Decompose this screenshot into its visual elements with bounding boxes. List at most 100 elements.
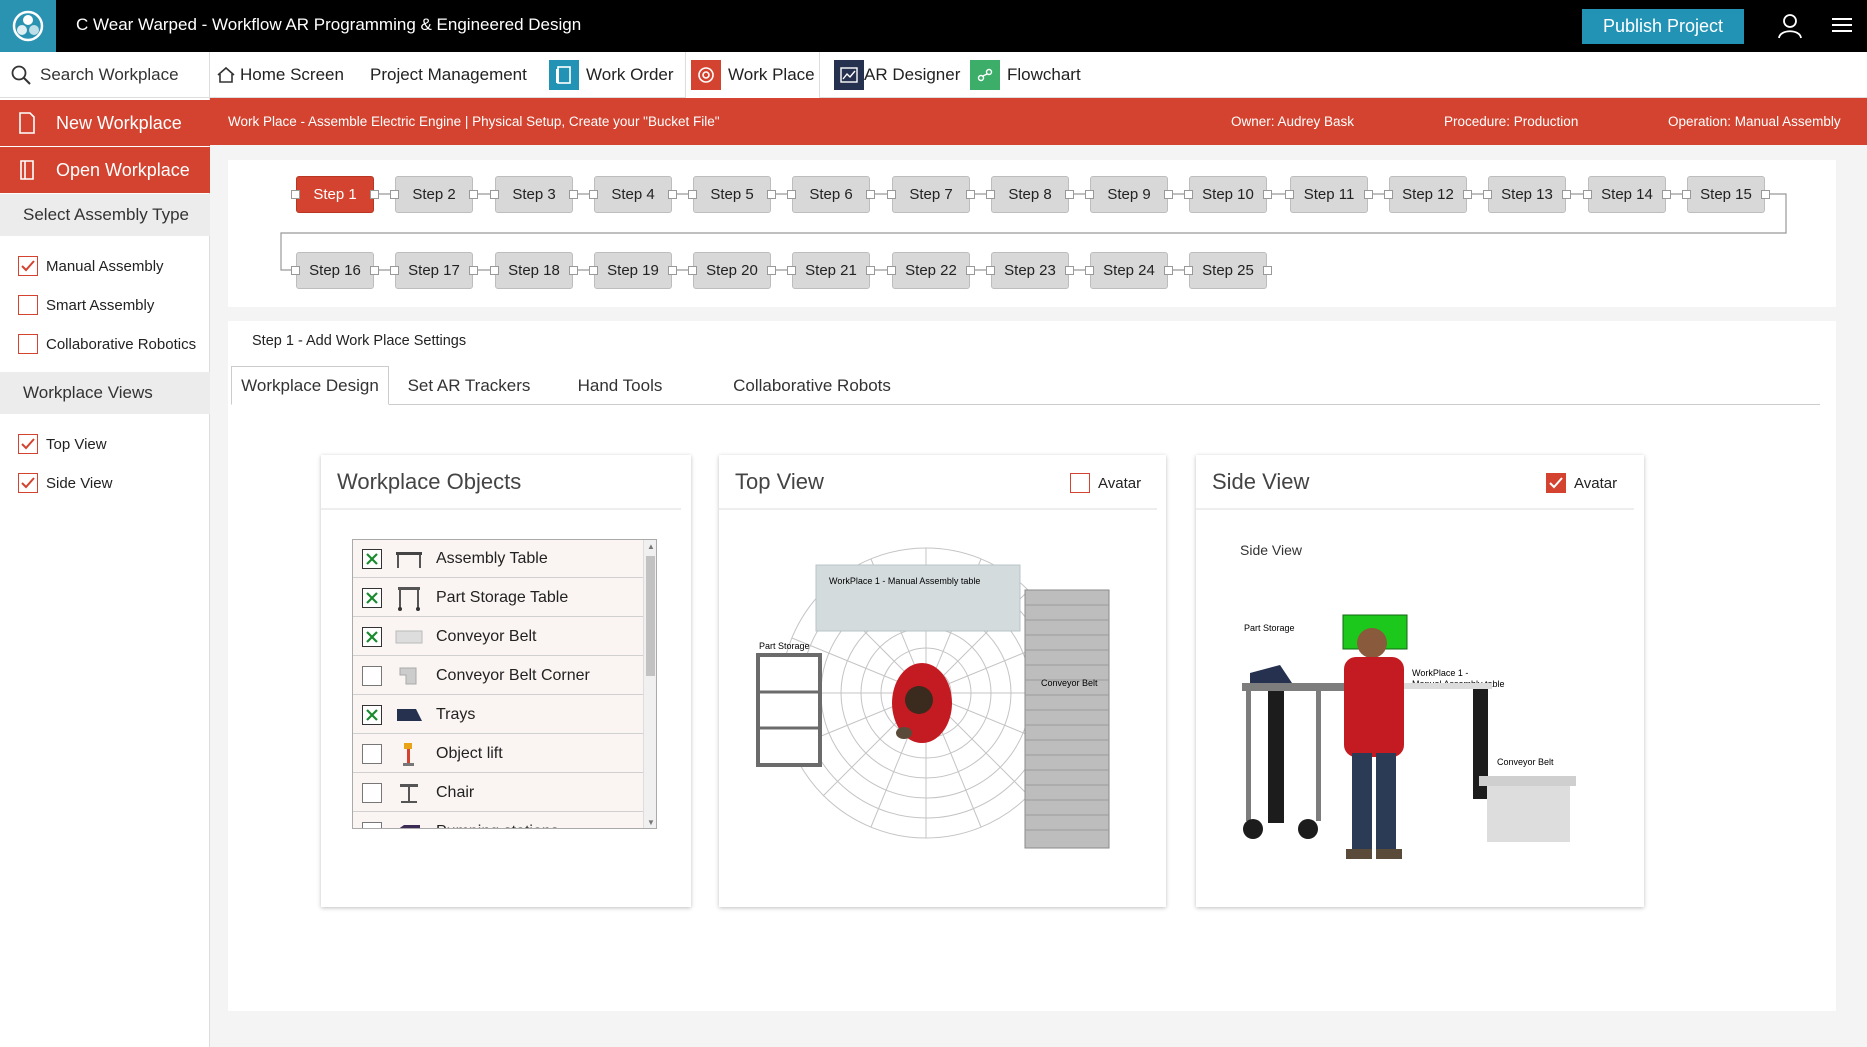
step-21-node[interactable]: Step 21 — [792, 252, 870, 289]
checkbox-checked[interactable] — [362, 548, 382, 569]
tab-project-management[interactable]: Project Management — [370, 52, 527, 98]
step-output-port — [1065, 266, 1074, 275]
chair-icon — [394, 780, 424, 806]
object-row-trays[interactable]: Trays — [353, 696, 643, 734]
new-workplace-button[interactable]: New Workplace — [0, 100, 210, 146]
step-9-node[interactable]: Step 9 — [1090, 176, 1168, 213]
side-view-card: Side View Avatar Side View Part Storage … — [1196, 455, 1644, 907]
checkbox-checked[interactable] — [18, 473, 38, 493]
app-logo-icon[interactable] — [0, 0, 56, 52]
scroll-up-icon[interactable]: ▲ — [647, 542, 655, 551]
step-12-node[interactable]: Step 12 — [1389, 176, 1467, 213]
step-7-node[interactable]: Step 7 — [892, 176, 970, 213]
object-row-assembly-table[interactable]: Assembly Table — [353, 540, 643, 578]
object-row-chair[interactable]: Chair — [353, 774, 643, 812]
step-14-node[interactable]: Step 14 — [1588, 176, 1666, 213]
search-label: Search Workplace — [40, 65, 179, 84]
step-22-node[interactable]: Step 22 — [892, 252, 970, 289]
object-label: Trays — [436, 705, 476, 723]
checkbox-checked[interactable] — [362, 587, 382, 608]
search-workplace[interactable]: Search Workplace — [0, 52, 210, 98]
checkbox-unchecked[interactable] — [1070, 473, 1090, 493]
table-label: WorkPlace 1 - Manual Assembly table — [829, 576, 980, 586]
checkbox-manual-assembly[interactable]: Manual Assembly — [18, 256, 164, 276]
hamburger-menu-icon[interactable] — [1832, 16, 1852, 34]
scroll-down-icon[interactable]: ▼ — [647, 818, 655, 827]
storage-label: Part Storage — [1244, 623, 1295, 633]
step-17-node[interactable]: Step 17 — [395, 252, 473, 289]
checkbox-unchecked[interactable] — [362, 665, 382, 686]
publish-project-button[interactable]: Publish Project — [1582, 9, 1744, 44]
checkbox-label: Collaborative Robotics — [46, 335, 197, 353]
step-19-node[interactable]: Step 19 — [594, 252, 672, 289]
checkbox-checked[interactable] — [1546, 473, 1566, 493]
sidebar — [0, 98, 210, 1047]
checkbox-side-view[interactable]: Side View — [18, 473, 112, 493]
step-15-node[interactable]: Step 15 — [1687, 176, 1765, 213]
tab-work-place[interactable]: Work Place — [691, 52, 815, 98]
step-25-node[interactable]: Step 25 — [1189, 252, 1267, 289]
object-row-object-lift[interactable]: Object lift — [353, 735, 643, 773]
info-procedure: Procedure: Production — [1444, 114, 1579, 129]
flowchart-icon — [970, 60, 1000, 90]
checkbox-checked[interactable] — [18, 256, 38, 276]
checkbox-checked[interactable] — [362, 626, 382, 647]
checkbox-checked[interactable] — [362, 704, 382, 725]
step-4-node[interactable]: Step 4 — [594, 176, 672, 213]
step-13-node[interactable]: Step 13 — [1488, 176, 1566, 213]
checkbox-unchecked[interactable] — [362, 821, 382, 828]
avatar-toggle-top[interactable]: Avatar — [1070, 473, 1141, 493]
tab-ar-designer[interactable]: AR Designer — [834, 52, 960, 98]
step-10-node[interactable]: Step 10 — [1189, 176, 1267, 213]
user-icon[interactable] — [1777, 13, 1803, 39]
checkbox-unchecked[interactable] — [362, 743, 382, 764]
tab-collaborative-robots[interactable]: Collaborative Robots — [722, 366, 902, 405]
tab-set-ar-trackers[interactable]: Set AR Trackers — [400, 366, 538, 405]
avatar-toggle-side[interactable]: Avatar — [1546, 473, 1617, 493]
object-label: Part Storage Table — [436, 588, 569, 606]
tab-hand-tools[interactable]: Hand Tools — [565, 366, 675, 405]
step-11-node[interactable]: Step 11 — [1290, 176, 1368, 213]
tab-workplace-design[interactable]: Workplace Design — [231, 366, 389, 405]
objects-list[interactable]: Assembly Table Part Storage Table Conveyor… — [352, 539, 657, 829]
checkbox-checked[interactable] — [18, 434, 38, 454]
scrollbar-thumb[interactable] — [646, 556, 655, 676]
object-row-conveyor-belt-corner[interactable]: Conveyor Belt Corner — [353, 657, 643, 695]
tab-home-screen[interactable]: Home Screen — [216, 52, 344, 98]
step-6-node[interactable]: Step 6 — [792, 176, 870, 213]
checkbox-smart-assembly[interactable]: Smart Assembly — [18, 295, 154, 315]
step-23-node[interactable]: Step 23 — [991, 252, 1069, 289]
checkbox-unchecked[interactable] — [362, 782, 382, 803]
checkbox-unchecked[interactable] — [18, 334, 38, 354]
step-16-node[interactable]: Step 16 — [296, 252, 374, 289]
step-input-port — [688, 190, 697, 199]
checkbox-top-view[interactable]: Top View — [18, 434, 107, 454]
step-output-port — [866, 266, 875, 275]
step-24-node[interactable]: Step 24 — [1090, 252, 1168, 289]
checkbox-unchecked[interactable] — [18, 295, 38, 315]
step-input-port — [986, 266, 995, 275]
step-input-port — [1583, 190, 1592, 199]
side-view-diagram: Part Storage WorkPlace 1 - Manual Assemb… — [1242, 614, 1576, 859]
tab-flowchart[interactable]: Flowchart — [970, 52, 1081, 98]
avatar-side-icon — [1344, 628, 1404, 859]
step-8-node[interactable]: Step 8 — [991, 176, 1069, 213]
step-3-node[interactable]: Step 3 — [495, 176, 573, 213]
top-view-card: Top View Avatar WorkPlace 1 - Manual Ass… — [719, 455, 1166, 907]
object-row-pumping-stations[interactable]: Pumping stations — [353, 813, 643, 829]
step-1-node[interactable]: Step 1 — [296, 176, 374, 213]
step-18-node[interactable]: Step 18 — [495, 252, 573, 289]
step-5-node[interactable]: Step 5 — [693, 176, 771, 213]
storage-label: Part Storage — [759, 641, 810, 651]
object-row-part-storage-table[interactable]: Part Storage Table — [353, 579, 643, 617]
step-output-port — [668, 266, 677, 275]
tab-work-order[interactable]: Work Order — [549, 52, 674, 98]
checkbox-collaborative-robotics[interactable]: Collaborative Robotics — [18, 334, 196, 354]
open-workplace-button[interactable]: Open Workplace — [0, 147, 210, 193]
object-label: Pumping stations — [436, 823, 559, 829]
object-row-conveyor-belt[interactable]: Conveyor Belt — [353, 618, 643, 656]
step-20-node[interactable]: Step 20 — [693, 252, 771, 289]
step-output-port — [1463, 190, 1472, 199]
scrollbar[interactable]: ▲ ▼ — [643, 540, 656, 828]
step-2-node[interactable]: Step 2 — [395, 176, 473, 213]
